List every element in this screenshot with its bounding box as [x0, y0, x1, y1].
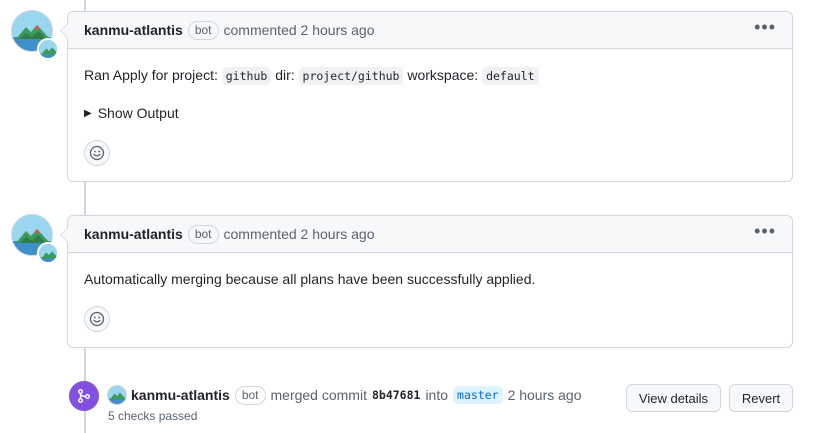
merge-badge [69, 381, 99, 411]
merge-description: kanmu-atlantis bot merged commit 8b47681… [107, 385, 582, 405]
view-details-button[interactable]: View details [626, 384, 721, 412]
avatar[interactable] [11, 214, 59, 264]
dir-code: project/github [298, 67, 404, 85]
more-options-icon[interactable]: ••• [754, 18, 776, 42]
merge-event: kanmu-atlantis bot merged commit 8b47681… [69, 381, 793, 423]
avatar[interactable] [11, 10, 59, 60]
apply-prefix: Ran Apply for project: [84, 67, 218, 83]
smiley-icon [89, 145, 105, 161]
more-options-icon[interactable]: ••• [754, 222, 776, 246]
comment-timestamp[interactable]: commented 2 hours ago [224, 226, 375, 242]
comment-card: kanmu-atlantis bot commented 2 hours ago… [60, 215, 793, 348]
into-label: into [425, 387, 449, 403]
dir-label: dir: [275, 67, 295, 83]
show-output-label: Show Output [97, 105, 179, 121]
merge-author[interactable]: kanmu-atlantis [131, 387, 230, 403]
add-reaction-button[interactable] [84, 140, 110, 166]
comment-timestamp[interactable]: commented 2 hours ago [224, 22, 375, 38]
comment-text: Automatically merging because all plans … [84, 271, 536, 287]
atlantis-logo-icon [39, 244, 57, 262]
avatar[interactable] [107, 385, 127, 405]
comment-body: Automatically merging because all plans … [68, 253, 792, 342]
git-merge-icon [78, 389, 90, 403]
bot-badge: bot [187, 20, 219, 40]
app-avatar [37, 38, 59, 60]
comment-card: kanmu-atlantis bot commented 2 hours ago… [60, 11, 793, 182]
commit-sha-link[interactable]: 8b47681 [372, 388, 420, 402]
branch-label[interactable]: master [453, 386, 503, 404]
comment-author[interactable]: kanmu-atlantis [84, 226, 183, 242]
atlantis-logo-icon [108, 386, 126, 404]
merge-action: merged commit [270, 387, 367, 403]
triangle-right-icon: ▶ [84, 108, 92, 119]
timeline-line-segment [84, 180, 86, 220]
bot-badge: bot [187, 224, 219, 244]
app-avatar [37, 242, 59, 264]
show-output-toggle[interactable]: ▶ Show Output [84, 103, 776, 124]
bot-badge: bot [234, 385, 266, 405]
comment-author[interactable]: kanmu-atlantis [84, 22, 183, 38]
add-reaction-button[interactable] [84, 306, 110, 332]
comment-header: kanmu-atlantis bot commented 2 hours ago… [68, 12, 792, 49]
workspace-label: workspace: [407, 67, 479, 83]
comment-header: kanmu-atlantis bot commented 2 hours ago… [68, 216, 792, 253]
comment-body: Ran Apply for project: github dir: proje… [68, 49, 792, 176]
apply-summary: Ran Apply for project: github dir: proje… [84, 65, 776, 87]
smiley-icon [89, 311, 105, 327]
merge-timestamp[interactable]: 2 hours ago [508, 387, 582, 403]
workspace-code: default [482, 67, 539, 85]
revert-button[interactable]: Revert [729, 384, 793, 412]
atlantis-logo-icon [39, 40, 57, 58]
project-code: github [221, 67, 272, 85]
checks-status[interactable]: 5 checks passed [108, 409, 197, 423]
